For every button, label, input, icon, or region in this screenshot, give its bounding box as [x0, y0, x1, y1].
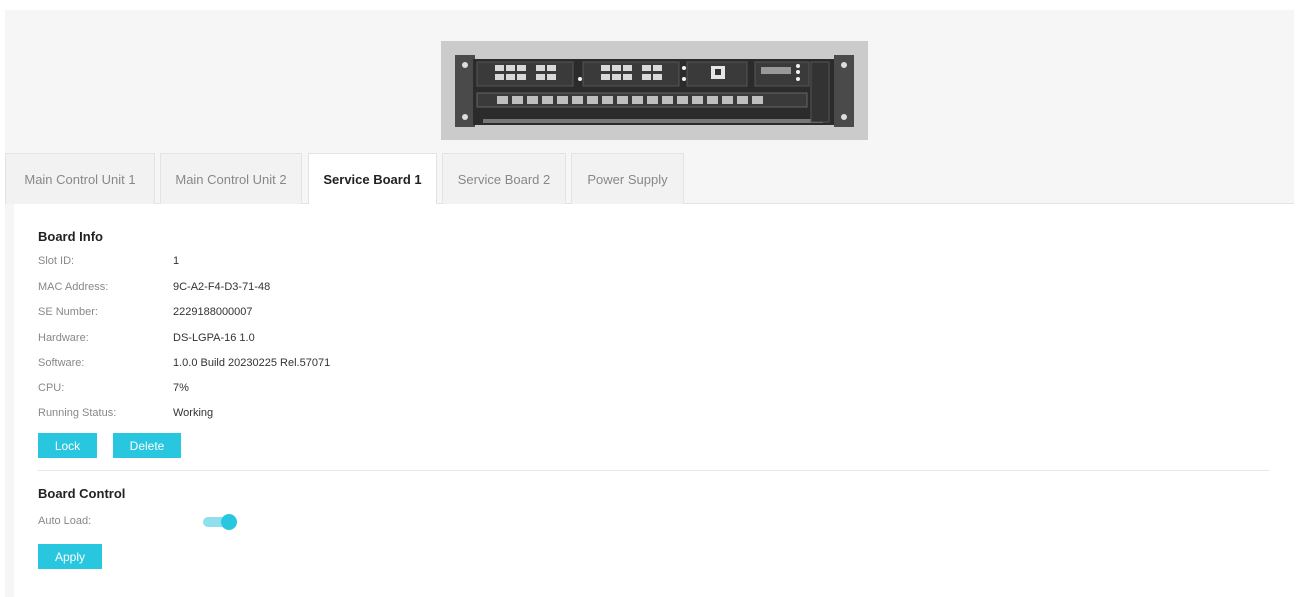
auto-load-toggle[interactable]: [203, 514, 237, 530]
se-number-label: SE Number:: [38, 306, 98, 318]
tab-main-control-unit-2[interactable]: Main Control Unit 2: [160, 153, 302, 204]
hardware-value: DS-LGPA-16 1.0: [173, 332, 255, 344]
cpu-value: 7%: [173, 382, 189, 394]
section-divider: [38, 470, 1269, 471]
board-control-title: Board Control: [38, 486, 126, 501]
hardware-label: Hardware:: [38, 332, 89, 344]
running-status-label: Running Status:: [38, 407, 117, 419]
tab-service-board-2[interactable]: Service Board 2: [442, 153, 566, 204]
tab-service-board-1[interactable]: Service Board 1: [308, 153, 437, 205]
lock-button[interactable]: Lock: [38, 433, 97, 458]
software-label: Software:: [38, 357, 85, 369]
content-panel: [14, 204, 1294, 597]
tab-power-supply[interactable]: Power Supply: [571, 153, 684, 204]
slot-id-value: 1: [173, 255, 180, 267]
running-status-value: Working: [173, 407, 214, 419]
board-info-title: Board Info: [38, 229, 103, 244]
software-value: 1.0.0 Build 20230225 Rel.57071: [173, 357, 331, 369]
delete-button[interactable]: Delete: [113, 433, 181, 458]
tab-main-control-unit-1[interactable]: Main Control Unit 1: [5, 153, 155, 204]
toggle-knob: [221, 514, 237, 530]
mac-address-label: MAC Address:: [38, 281, 109, 293]
slot-id-label: Slot ID:: [38, 255, 75, 267]
device-chassis-image: [441, 41, 868, 140]
apply-button[interactable]: Apply: [38, 544, 102, 569]
se-number-value: 2229188000007: [173, 306, 253, 318]
cpu-label: CPU:: [38, 382, 65, 394]
device-image-area: [5, 10, 1294, 163]
mac-address-value: 9C-A2-F4-D3-71-48: [173, 281, 271, 293]
tab-bar: Main Control Unit 1 Main Control Unit 2 …: [5, 153, 1294, 205]
auto-load-label: Auto Load:: [38, 515, 92, 527]
